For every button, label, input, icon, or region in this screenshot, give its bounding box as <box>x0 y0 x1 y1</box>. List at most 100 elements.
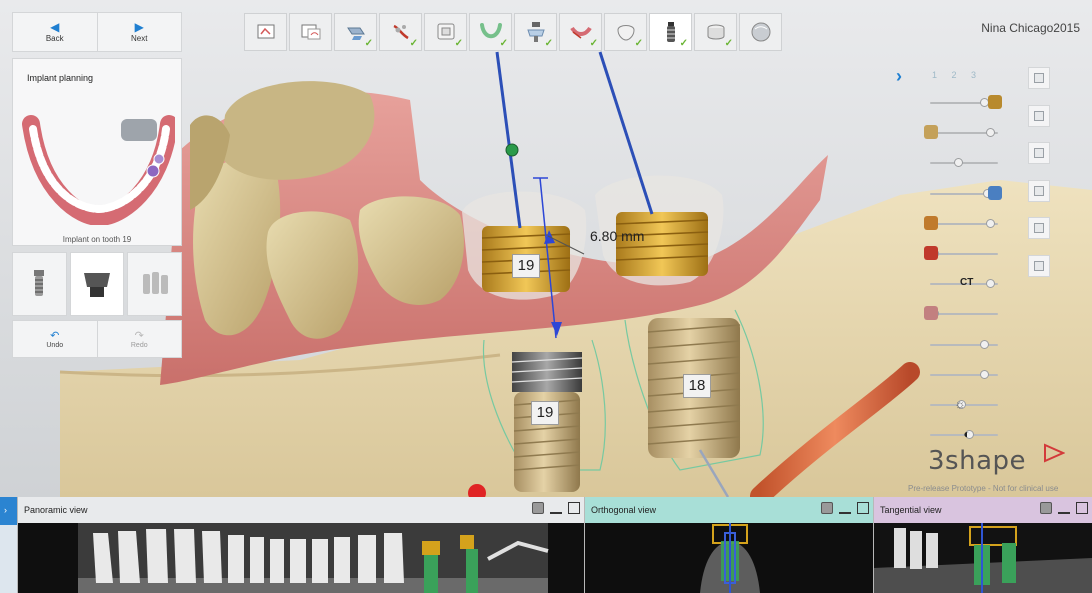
workflow-step-patient[interactable] <box>244 13 287 51</box>
brightness-icon: ☼ <box>954 397 966 411</box>
abutment-icon <box>84 273 110 297</box>
workflow-step-align[interactable]: ✓ <box>334 13 377 51</box>
expand-views-button[interactable]: › <box>0 497 17 593</box>
view-top-icon <box>1034 223 1044 233</box>
back-label: Back <box>45 34 64 43</box>
implant-opacity-slider[interactable] <box>920 185 1002 202</box>
slider-track[interactable] <box>930 313 998 316</box>
view-front-button[interactable] <box>1028 67 1050 89</box>
bone-opacity-icon <box>924 306 938 321</box>
step-complete-icon: ✓ <box>364 38 373 49</box>
patient-data-icon <box>257 24 274 39</box>
collapse-panel-button[interactable]: › <box>896 66 902 87</box>
step-complete-icon: ✓ <box>679 38 688 49</box>
wizard-navigation: ◀ Back ▶ Next <box>12 12 182 52</box>
panoramic-view-title: Panoramic view <box>24 505 88 515</box>
slider-handle[interactable] <box>986 128 996 138</box>
workflow-step-scan[interactable] <box>289 13 332 51</box>
minimize-icon[interactable] <box>1058 502 1070 514</box>
abutment-opacity-slider[interactable] <box>920 215 1002 232</box>
step-complete-icon: ✓ <box>589 38 598 49</box>
redo-label: Redo <box>130 341 148 349</box>
expand-arrow-icon: › <box>4 505 7 515</box>
workflow-step-arch[interactable]: ✓ <box>469 13 512 51</box>
step-complete-icon: ✓ <box>454 38 463 49</box>
undo-label: Undo <box>46 341 64 349</box>
view-right-button[interactable] <box>1028 179 1050 202</box>
gum-opacity-slider[interactable] <box>920 367 1002 383</box>
implant-planning-panel: Implant planning Implant on tooth 19 <box>12 58 182 246</box>
step-complete-icon: ✓ <box>544 38 553 49</box>
nerve-opacity-slider[interactable] <box>920 246 1002 262</box>
slider-handle[interactable] <box>986 218 996 228</box>
workflow-step-implant[interactable]: ✓ <box>649 13 692 51</box>
prototype-disclaimer: Pre-release Prototype - Not for clinical… <box>908 484 1059 493</box>
next-label: Next <box>131 34 148 43</box>
implant-screw-icon <box>34 270 45 296</box>
view-bottom-button[interactable] <box>1028 254 1050 277</box>
view-back-icon <box>1034 110 1044 121</box>
redo-button[interactable]: ↷ Redo <box>96 321 182 357</box>
step-complete-icon: ✓ <box>409 38 418 49</box>
workflow-step-segment[interactable]: ✓ <box>559 13 602 51</box>
orthogonal-xray[interactable] <box>585 523 873 593</box>
snapshot-icon[interactable] <box>532 502 544 514</box>
implant-label-19-crown: 19 <box>512 254 540 278</box>
workflow-step-sleeve[interactable]: ✓ <box>694 13 737 51</box>
step-complete-icon: ✓ <box>499 38 508 49</box>
multi-implant-tool-button[interactable] <box>127 252 183 316</box>
view-left-button[interactable] <box>1028 142 1050 164</box>
snapshot-icon[interactable] <box>821 502 833 514</box>
contrast-icon: ◐ <box>963 427 971 442</box>
workflow-step-render[interactable] <box>739 13 782 51</box>
ct-view-strip: › Panoramic view Orthogonal view Tangent… <box>0 497 1092 593</box>
workflow-step-tooth[interactable]: ✓ <box>604 13 647 51</box>
brightness-slider[interactable]: ☼ <box>920 397 1002 413</box>
contrast-slider[interactable]: ◐ <box>920 427 1002 443</box>
panoramic-xray[interactable] <box>18 523 584 593</box>
workflow-step-implant-add[interactable]: ✓ <box>514 13 557 51</box>
workflow-step-nerve[interactable]: ✓ <box>379 13 422 51</box>
scan-import-icon <box>301 24 320 40</box>
dental-arch-thumbnail[interactable] <box>21 99 175 225</box>
snapshot-icon[interactable] <box>1040 502 1052 514</box>
orthogonal-view[interactable]: Orthogonal view <box>584 497 873 593</box>
slider-handle[interactable] <box>986 279 996 289</box>
minimize-icon[interactable] <box>839 502 851 514</box>
next-button[interactable]: ▶ Next <box>96 13 182 51</box>
view-back-button[interactable] <box>1028 104 1050 127</box>
implant-opacity-icon <box>988 185 1002 200</box>
gum-opacity-icon <box>978 367 992 381</box>
step-complete-icon: ✓ <box>724 38 733 49</box>
slider-track[interactable] <box>930 253 998 255</box>
tangential-view[interactable]: Tangential view <box>873 497 1092 593</box>
maximize-icon[interactable] <box>568 502 580 514</box>
ct-opacity-slider[interactable]: CT <box>920 276 1002 292</box>
tooth-opacity-icon <box>952 155 966 169</box>
panoramic-view[interactable]: Panoramic view <box>17 497 584 593</box>
maximize-icon[interactable] <box>1076 502 1088 514</box>
tangential-xray[interactable] <box>874 523 1092 593</box>
scan-opacity-slider[interactable] <box>920 125 1002 141</box>
undo-button[interactable]: ↶ Undo <box>13 321 97 357</box>
brand-logo: 3shape <box>928 446 1026 476</box>
bone-opacity-slider[interactable] <box>920 306 1002 322</box>
view-left-icon <box>1034 148 1044 158</box>
implant-label-18-screw: 18 <box>683 374 711 398</box>
orthogonal-xray-image <box>585 523 873 593</box>
sleeve-opacity-slider[interactable] <box>920 337 1002 353</box>
back-button[interactable]: ◀ Back <box>13 13 97 51</box>
view-top-button[interactable] <box>1028 217 1050 239</box>
panel-title: Implant planning <box>27 73 94 83</box>
step-complete-icon: ✓ <box>634 38 643 49</box>
arrow-right-icon: ▶ <box>134 20 144 34</box>
maximize-icon[interactable] <box>857 502 869 514</box>
arrow-left-icon: ◀ <box>50 20 60 34</box>
workflow-step-crown[interactable]: ✓ <box>424 13 467 51</box>
tooth-opacity-slider[interactable] <box>920 155 1002 171</box>
abutment-opacity-icon <box>924 215 938 230</box>
abutment-tool-button[interactable] <box>69 252 125 316</box>
minimize-icon[interactable] <box>550 502 562 514</box>
implant-tool-button[interactable] <box>12 252 67 316</box>
crown-opacity-slider[interactable] <box>920 95 1002 111</box>
